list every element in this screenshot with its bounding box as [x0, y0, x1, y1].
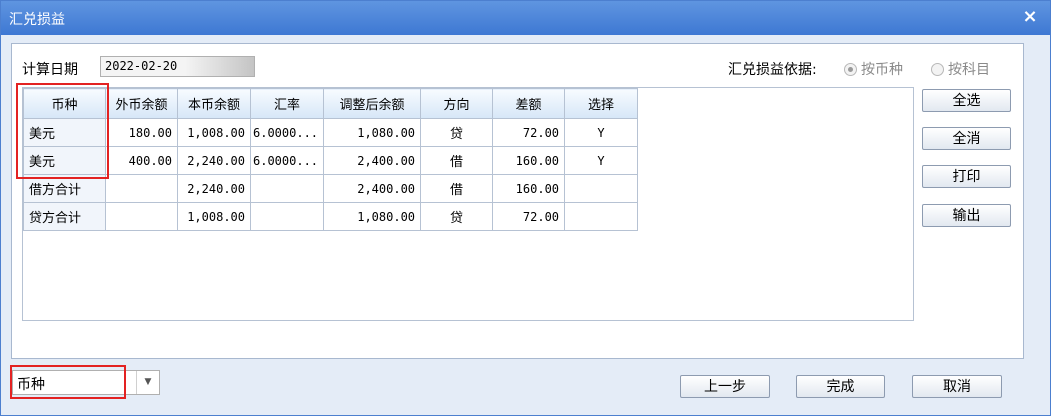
cell-local-balance[interactable]: 2,240.00	[177, 174, 251, 203]
data-grid: 币种 外币余额 本币余额 汇率 调整后余额 方向 差额 选择 美元 180.00…	[22, 87, 914, 321]
cell-select[interactable]: Y	[564, 118, 639, 147]
sort-by-select[interactable]: 币种 ▼	[12, 370, 160, 395]
cell-adjusted-balance[interactable]: 2,400.00	[323, 174, 422, 203]
cell-direction[interactable]: 贷	[420, 202, 494, 231]
exchange-gain-loss-dialog: 汇兑损益 × 计算日期 2022-02-20 汇兑损益依据: 按币种 按科目 币…	[0, 0, 1051, 416]
column-header-select[interactable]: 选择	[564, 88, 639, 119]
finish-button[interactable]: 完成	[796, 375, 885, 398]
cell-local-balance[interactable]: 1,008.00	[177, 118, 251, 147]
select-all-button[interactable]: 全选	[922, 89, 1011, 112]
column-header-currency[interactable]: 币种	[23, 88, 106, 119]
cell-difference[interactable]: 72.00	[492, 202, 566, 231]
cell-direction[interactable]: 借	[420, 146, 494, 175]
cell-direction[interactable]: 贷	[420, 118, 494, 147]
export-button[interactable]: 输出	[922, 204, 1011, 227]
cell-local-balance[interactable]: 1,008.00	[177, 202, 251, 231]
cell-adjusted-balance[interactable]: 2,400.00	[323, 146, 422, 175]
column-header-rate[interactable]: 汇率	[249, 88, 325, 119]
prev-step-button[interactable]: 上一步	[680, 375, 770, 398]
column-header-local-balance[interactable]: 本币余额	[177, 88, 251, 119]
cell-difference[interactable]: 160.00	[492, 174, 566, 203]
gain-loss-table: 币种 外币余额 本币余额 汇率 调整后余额 方向 差额 选择 美元 180.00…	[23, 88, 639, 231]
title-bar: 汇兑损益 ×	[1, 1, 1050, 35]
basis-label: 汇兑损益依据:	[728, 62, 817, 78]
window-title: 汇兑损益	[9, 12, 65, 28]
cell-foreign-balance[interactable]: 400.00	[105, 146, 178, 175]
deselect-all-button[interactable]: 全消	[922, 127, 1011, 150]
table-row[interactable]: 美元 180.00 1,008.00 6.0000... 1,080.00 贷 …	[23, 118, 639, 147]
radio-by-account-label: 按科目	[948, 62, 990, 78]
cell-rate[interactable]	[249, 174, 325, 203]
cell-currency[interactable]: 借方合计	[23, 174, 106, 203]
radio-selected-icon	[844, 62, 857, 76]
radio-unselected-icon	[931, 62, 944, 76]
cell-rate[interactable]	[249, 202, 325, 231]
radio-by-currency-label: 按币种	[861, 62, 903, 78]
sort-by-value: 币种	[17, 377, 45, 393]
cell-currency[interactable]: 贷方合计	[23, 202, 106, 231]
column-header-difference[interactable]: 差额	[492, 88, 566, 119]
cell-difference[interactable]: 72.00	[492, 118, 566, 147]
cell-select[interactable]: Y	[564, 146, 639, 175]
table-header-row: 币种 外币余额 本币余额 汇率 调整后余额 方向 差额 选择	[23, 88, 639, 119]
cell-local-balance[interactable]: 2,240.00	[177, 146, 251, 175]
calc-date-field[interactable]: 2022-02-20	[100, 56, 255, 77]
calc-date-label: 计算日期	[22, 62, 78, 78]
close-icon[interactable]: ×	[1020, 7, 1040, 27]
cell-adjusted-balance[interactable]: 1,080.00	[323, 202, 422, 231]
column-header-adjusted-balance[interactable]: 调整后余额	[323, 88, 422, 119]
radio-by-currency[interactable]: 按币种	[844, 59, 903, 79]
cell-direction[interactable]: 借	[420, 174, 494, 203]
cell-select[interactable]	[564, 202, 639, 231]
table-row[interactable]: 借方合计 2,240.00 2,400.00 借 160.00	[23, 174, 639, 203]
cell-difference[interactable]: 160.00	[492, 146, 566, 175]
cell-foreign-balance[interactable]	[105, 174, 178, 203]
cell-adjusted-balance[interactable]: 1,080.00	[323, 118, 422, 147]
cell-rate[interactable]: 6.0000...	[249, 118, 325, 147]
cancel-button[interactable]: 取消	[912, 375, 1002, 398]
table-row[interactable]: 美元 400.00 2,240.00 6.0000... 2,400.00 借 …	[23, 146, 639, 175]
table-row[interactable]: 贷方合计 1,008.00 1,080.00 贷 72.00	[23, 202, 639, 231]
cell-select[interactable]	[564, 174, 639, 203]
column-header-foreign-balance[interactable]: 外币余额	[105, 88, 178, 119]
cell-foreign-balance[interactable]: 180.00	[105, 118, 178, 147]
cell-foreign-balance[interactable]	[105, 202, 178, 231]
chevron-down-icon[interactable]: ▼	[136, 371, 159, 394]
print-button[interactable]: 打印	[922, 165, 1011, 188]
radio-by-account[interactable]: 按科目	[931, 59, 990, 79]
cell-rate[interactable]: 6.0000...	[249, 146, 325, 175]
cell-currency[interactable]: 美元	[23, 118, 106, 147]
column-header-direction[interactable]: 方向	[420, 88, 494, 119]
cell-currency[interactable]: 美元	[23, 146, 106, 175]
